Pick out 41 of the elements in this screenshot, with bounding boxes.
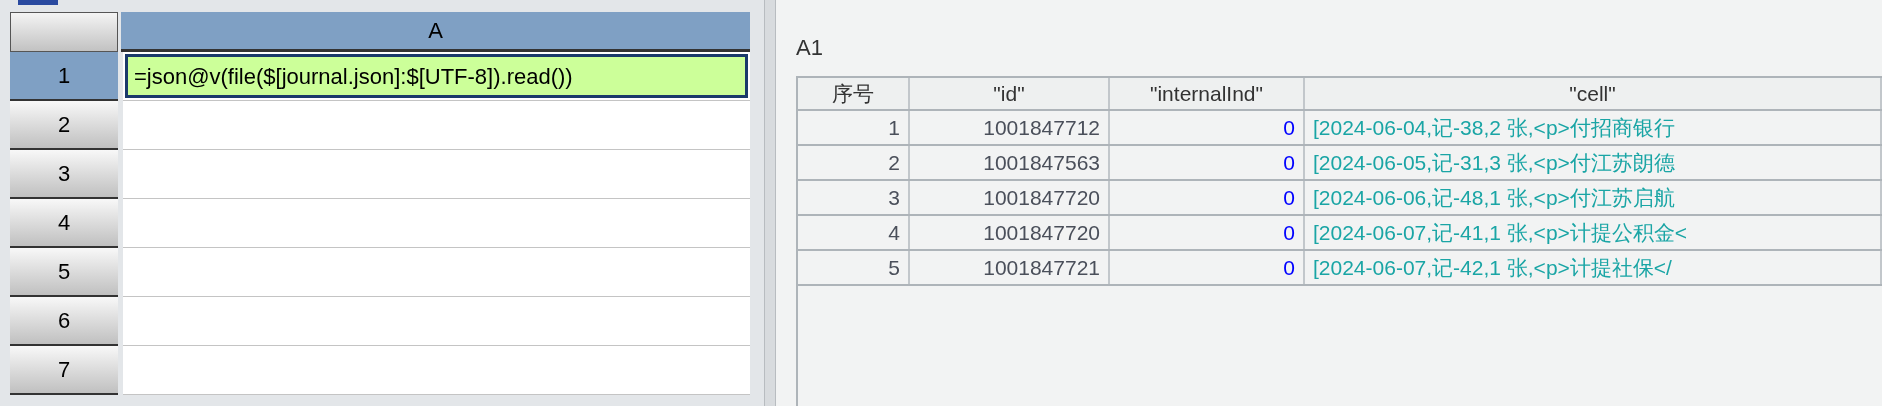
table-cell: 1001847563 — [910, 146, 1110, 179]
row-header[interactable]: 7 — [10, 346, 118, 395]
row-header[interactable]: 3 — [10, 150, 118, 199]
column-header[interactable]: "internalInd" — [1110, 78, 1305, 109]
sheet-cell[interactable] — [123, 346, 751, 395]
table-cell: 1 — [798, 111, 910, 144]
sheet-cell[interactable] — [123, 199, 751, 248]
row-header[interactable]: 2 — [10, 101, 118, 150]
table-cell: 0 — [1110, 111, 1305, 144]
column-header[interactable]: A — [121, 12, 751, 52]
column-header[interactable]: "cell" — [1305, 78, 1882, 109]
table-cell: [2024-06-04,记-38,2 张,<p>付招商银行 — [1305, 111, 1882, 144]
table-cell: 1001847720 — [910, 181, 1110, 214]
table-cell: [2024-06-05,记-31,3 张,<p>付江苏朗德 — [1305, 146, 1882, 179]
table-cell: 3 — [798, 181, 910, 214]
table-cell: 0 — [1110, 216, 1305, 249]
table-cell: 2 — [798, 146, 910, 179]
row-header[interactable]: 4 — [10, 199, 118, 248]
sheet-cell[interactable] — [123, 150, 751, 199]
table-cell: 0 — [1110, 146, 1305, 179]
table-cell: 4 — [798, 216, 910, 249]
row-header[interactable]: 1 — [10, 52, 118, 101]
column-header[interactable]: "id" — [910, 78, 1110, 109]
table-cell: 1001847721 — [910, 251, 1110, 284]
table-cell: [2024-06-06,记-48,1 张,<p>付江苏启航 — [1305, 181, 1882, 214]
row-header[interactable]: 5 — [10, 248, 118, 297]
column-header[interactable]: 序号 — [798, 78, 910, 109]
table-cell: 1001847720 — [910, 216, 1110, 249]
table-cell: [2024-06-07,记-42,1 张,<p>计提社保</ — [1305, 251, 1882, 284]
row-header[interactable]: 6 — [10, 297, 118, 346]
table-cell: 0 — [1110, 251, 1305, 284]
sheet-cell[interactable] — [123, 297, 751, 346]
sheet-cell[interactable] — [123, 101, 751, 150]
table-cell: 1001847712 — [910, 111, 1110, 144]
tab-marker — [18, 0, 58, 5]
table-cell: 5 — [798, 251, 910, 284]
cell-name: A1 — [796, 33, 824, 62]
table-cell: [2024-06-07,记-41,1 张,<p>计提公积金< — [1305, 216, 1882, 249]
pane-splitter[interactable] — [764, 0, 776, 406]
table-cell: 0 — [1110, 181, 1305, 214]
sheet-cell[interactable] — [123, 248, 751, 297]
